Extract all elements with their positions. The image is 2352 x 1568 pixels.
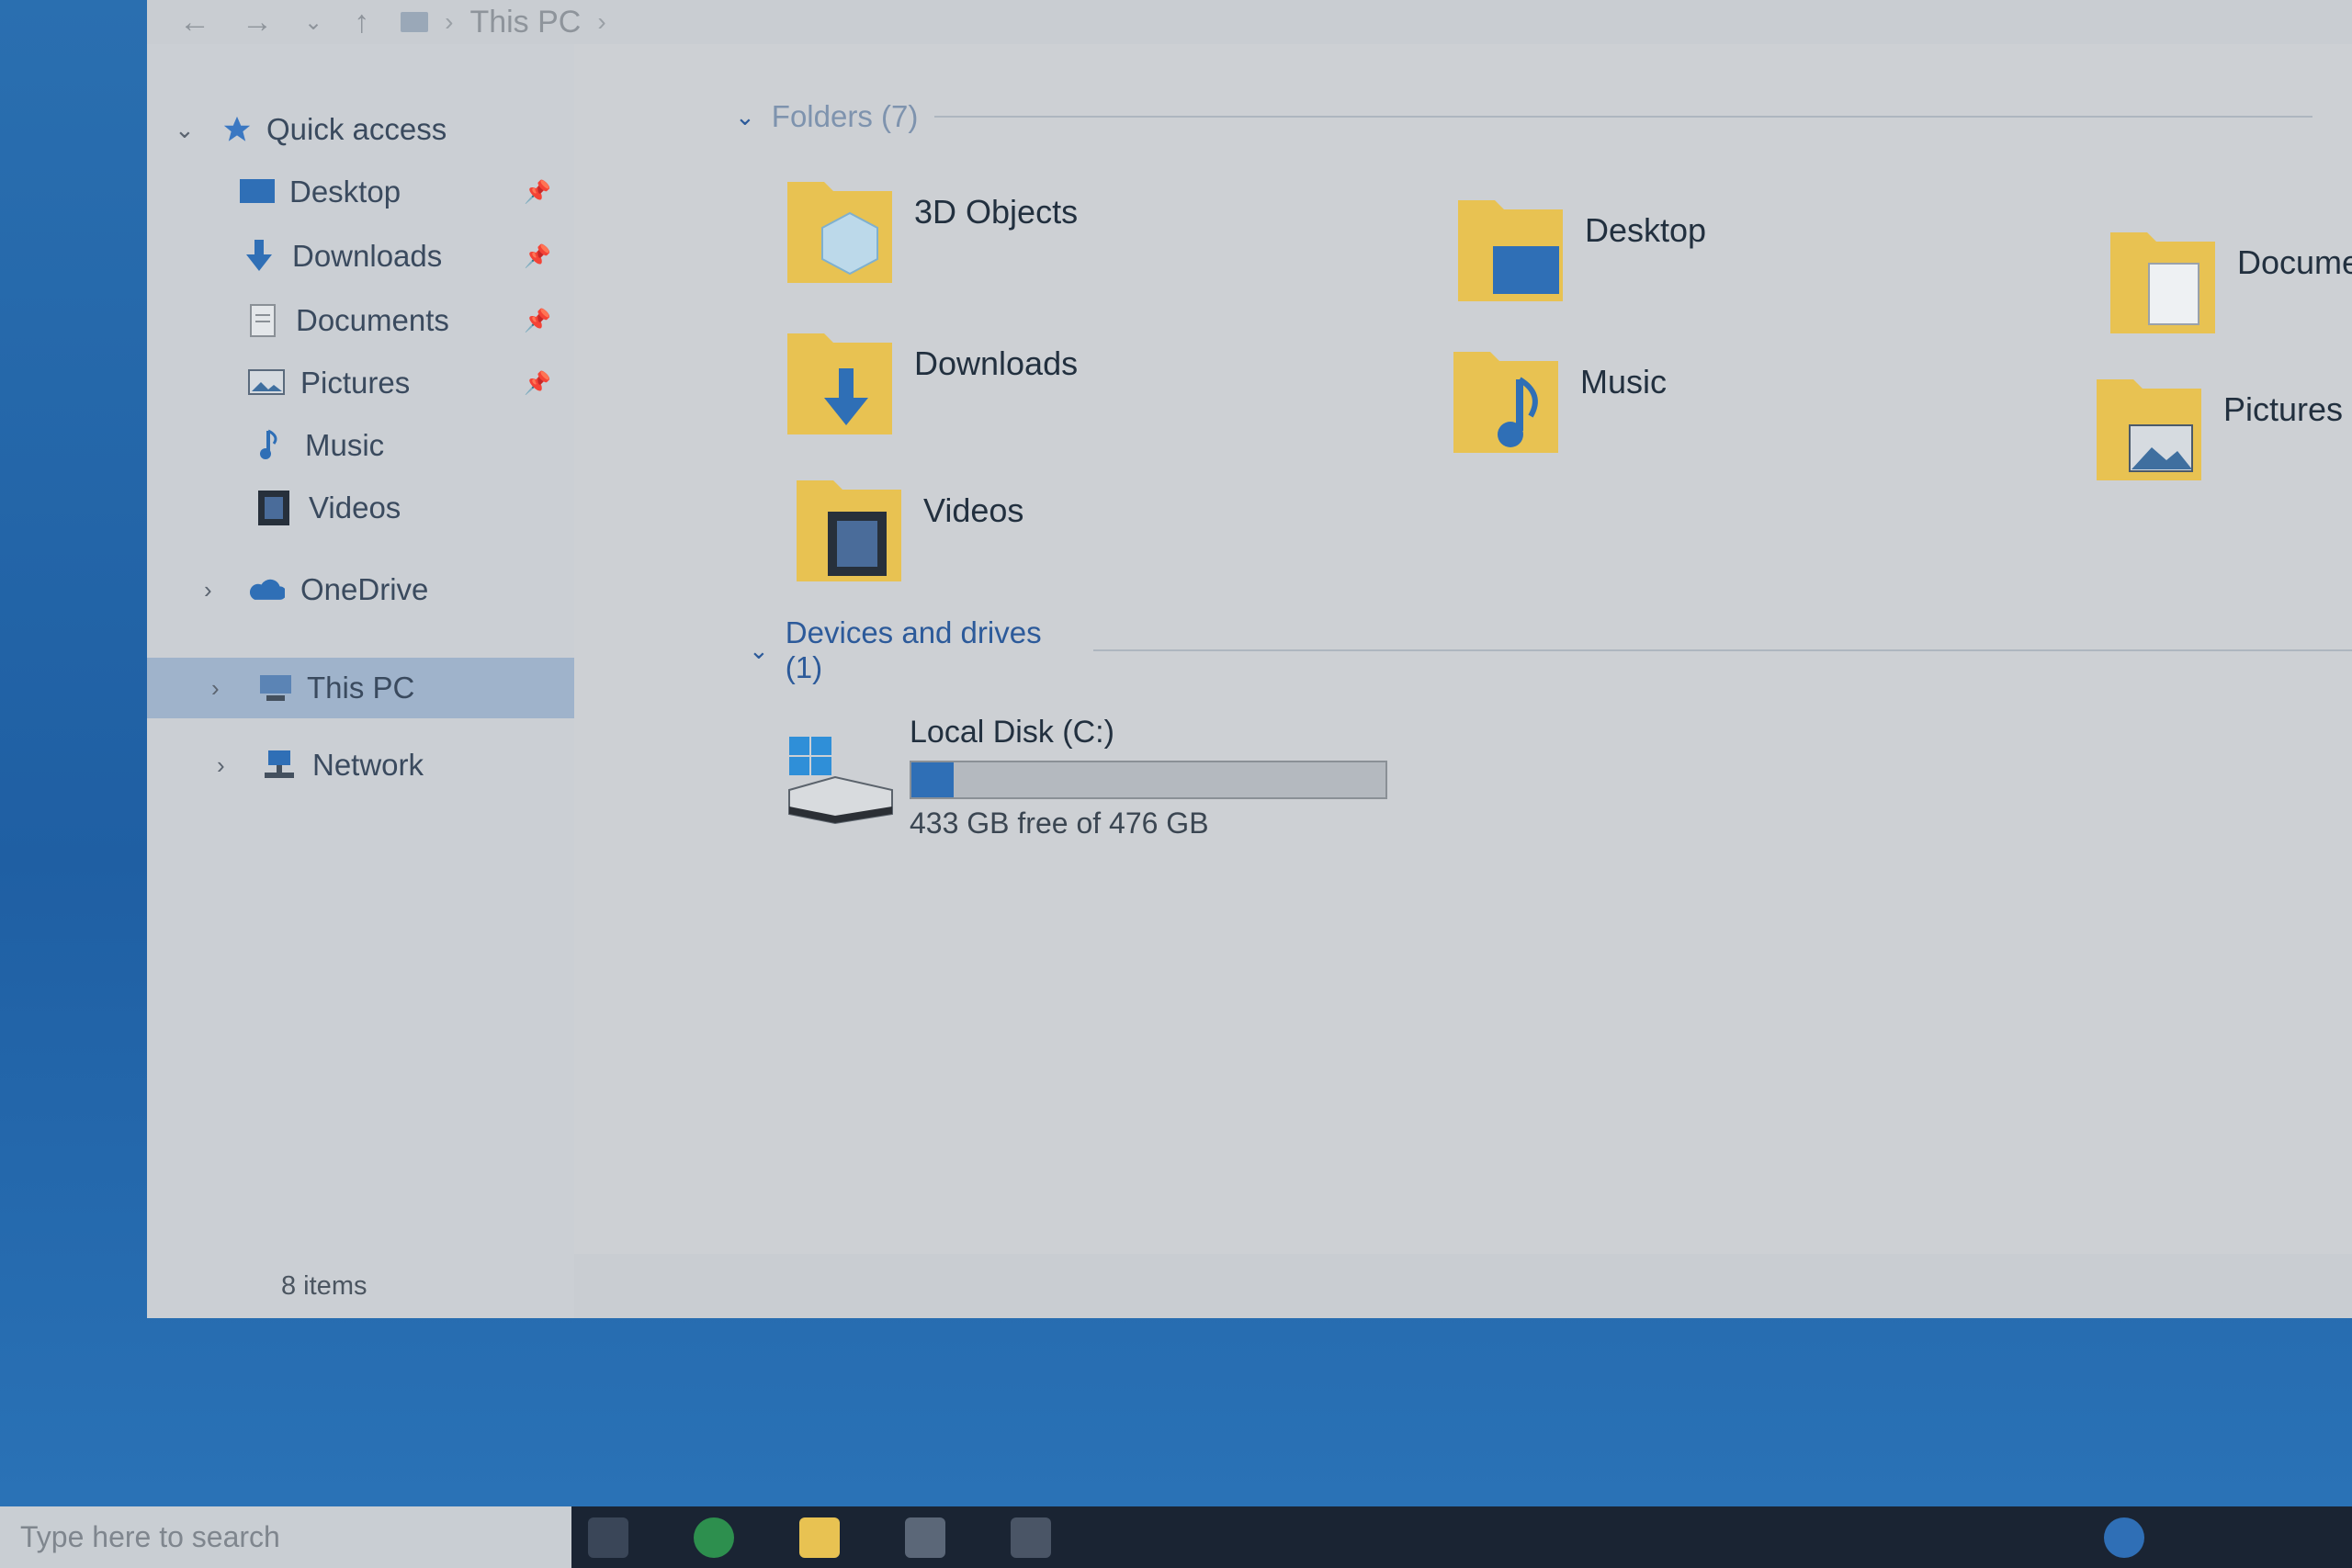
breadcrumb-location[interactable]: This PC bbox=[469, 5, 581, 40]
hard-drive-icon bbox=[786, 733, 896, 825]
nav-label-videos: Videos bbox=[309, 491, 401, 525]
nav-label-this-pc: This PC bbox=[307, 671, 415, 705]
star-icon bbox=[219, 112, 255, 147]
file-explorer-window: ← → ⌄ ↑ › This PC › ⌄ Quick access Deskt… bbox=[147, 0, 2352, 1318]
nav-label-documents: Documents bbox=[296, 303, 449, 337]
folder-tile[interactable]: 3D Objects bbox=[786, 173, 1078, 283]
task-view-icon[interactable] bbox=[588, 1517, 628, 1558]
back-arrow-icon[interactable]: ← bbox=[179, 5, 210, 40]
navigation-pane: ⌄ Quick access Desktop 📌 Downloads 📌 Doc… bbox=[147, 44, 574, 1318]
drive-name: Local Disk (C:) bbox=[910, 715, 1114, 750]
chevron-right-icon[interactable]: › bbox=[217, 751, 225, 780]
folders-group-header[interactable]: ⌄ Folders (7) bbox=[735, 99, 2313, 134]
devices-header-label: Devices and drives (1) bbox=[785, 615, 1042, 684]
folder-tile[interactable]: Documents bbox=[2109, 223, 2352, 333]
computer-icon bbox=[257, 671, 294, 705]
pin-icon[interactable]: 📌 bbox=[524, 243, 551, 270]
folder-label: Downloads bbox=[914, 344, 1079, 382]
nav-item-music[interactable]: Music bbox=[147, 415, 574, 476]
chevron-down-icon[interactable]: ⌄ bbox=[175, 116, 195, 144]
pictures-folder-icon bbox=[2095, 370, 2205, 480]
folder-label: Music bbox=[1580, 363, 1668, 400]
nav-label-pictures: Pictures bbox=[300, 366, 411, 400]
cloud-icon bbox=[248, 572, 285, 607]
breadcrumb-chevron-icon[interactable]: › bbox=[597, 7, 605, 37]
3d-objects-folder-icon bbox=[786, 173, 896, 283]
nav-label-network: Network bbox=[312, 748, 424, 782]
videos-folder-icon bbox=[795, 471, 905, 581]
devices-group-header[interactable]: ⌄ Devices and drives (1) bbox=[749, 615, 2352, 685]
this-pc-small-icon bbox=[401, 12, 429, 32]
nav-label-onedrive: OneDrive bbox=[300, 572, 429, 606]
forward-arrow-icon[interactable]: → bbox=[242, 5, 273, 40]
folder-tile[interactable]: Pictures bbox=[2095, 370, 2343, 480]
chevron-down-icon[interactable]: ⌄ bbox=[735, 103, 755, 131]
folders-header-label: Folders (7) bbox=[771, 99, 919, 133]
nav-label-music: Music bbox=[305, 428, 385, 462]
pictures-icon bbox=[248, 366, 285, 400]
breadcrumb-separator-icon: › bbox=[445, 7, 454, 36]
nav-item-videos[interactable]: Videos bbox=[147, 478, 574, 538]
up-arrow-icon[interactable]: ↑ bbox=[354, 5, 369, 40]
item-count: 8 items bbox=[281, 1270, 368, 1301]
chevron-right-icon[interactable]: › bbox=[211, 674, 220, 703]
documents-icon bbox=[244, 303, 281, 338]
folder-label: Documents bbox=[2237, 243, 2352, 281]
folder-tile[interactable]: Music bbox=[1452, 343, 1667, 453]
music-folder-icon bbox=[1452, 343, 1562, 453]
folder-label: Videos bbox=[923, 491, 1024, 529]
chevron-right-icon[interactable]: › bbox=[204, 576, 212, 604]
desktop-icon bbox=[239, 175, 276, 209]
network-icon bbox=[261, 748, 298, 783]
store-icon[interactable] bbox=[905, 1517, 945, 1558]
folder-label: Pictures bbox=[2223, 390, 2344, 428]
nav-item-documents[interactable]: Documents 📌 bbox=[147, 290, 574, 351]
taskbar-search-box[interactable]: Type here to search bbox=[0, 1506, 571, 1568]
mail-icon[interactable] bbox=[1011, 1517, 1051, 1558]
videos-icon bbox=[255, 491, 292, 525]
breadcrumb[interactable]: › This PC › bbox=[401, 5, 606, 40]
drive-usage-bar bbox=[910, 761, 1387, 799]
drive-usage-fill bbox=[911, 762, 955, 797]
music-icon bbox=[254, 428, 290, 463]
nav-item-onedrive[interactable]: › OneDrive bbox=[147, 559, 574, 620]
downloads-icon bbox=[241, 239, 277, 274]
content-pane: ⌄ Folders (7) 3D Objects Desktop Documen… bbox=[574, 44, 2352, 1254]
taskbar: Type here to search bbox=[0, 1506, 2352, 1568]
taskbar-search-placeholder: Type here to search bbox=[20, 1520, 280, 1553]
nav-label-desktop: Desktop bbox=[289, 175, 401, 209]
address-bar[interactable]: ← → ⌄ ↑ › This PC › bbox=[147, 0, 2352, 44]
pin-icon[interactable]: 📌 bbox=[524, 308, 551, 334]
nav-item-this-pc[interactable]: › This PC bbox=[147, 658, 574, 718]
downloads-folder-icon bbox=[786, 324, 896, 434]
drive-free-space: 433 GB free of 476 GB bbox=[910, 807, 1209, 840]
nav-quick-access[interactable]: ⌄ Quick access bbox=[147, 99, 574, 160]
browser-icon[interactable] bbox=[694, 1517, 734, 1558]
recent-locations-chevron-icon[interactable]: ⌄ bbox=[304, 9, 322, 36]
nav-item-desktop[interactable]: Desktop 📌 bbox=[147, 162, 574, 222]
file-explorer-icon[interactable] bbox=[799, 1517, 840, 1558]
folder-tile[interactable]: Desktop bbox=[1456, 191, 1706, 301]
folder-tile[interactable]: Videos bbox=[795, 471, 1023, 581]
folder-label: 3D Objects bbox=[914, 193, 1079, 231]
nav-item-pictures[interactable]: Pictures 📌 bbox=[147, 353, 574, 413]
pin-icon[interactable]: 📌 bbox=[524, 370, 551, 397]
nav-label-quick-access: Quick access bbox=[266, 112, 447, 146]
chevron-down-icon[interactable]: ⌄ bbox=[749, 637, 769, 665]
documents-folder-icon bbox=[2109, 223, 2219, 333]
nav-item-network[interactable]: › Network bbox=[147, 735, 574, 795]
nav-label-downloads: Downloads bbox=[292, 239, 443, 273]
desktop-folder-icon bbox=[1456, 191, 1566, 301]
notification-icon[interactable] bbox=[2104, 1517, 2144, 1558]
pin-icon[interactable]: 📌 bbox=[524, 179, 551, 206]
folder-tile[interactable]: Downloads bbox=[786, 324, 1078, 434]
folder-label: Desktop bbox=[1585, 211, 1707, 249]
nav-item-downloads[interactable]: Downloads 📌 bbox=[147, 226, 574, 287]
drive-tile-local-disk[interactable]: Local Disk (C:) 433 GB free of 476 GB bbox=[786, 715, 1429, 843]
status-bar: 8 items bbox=[147, 1254, 2352, 1318]
